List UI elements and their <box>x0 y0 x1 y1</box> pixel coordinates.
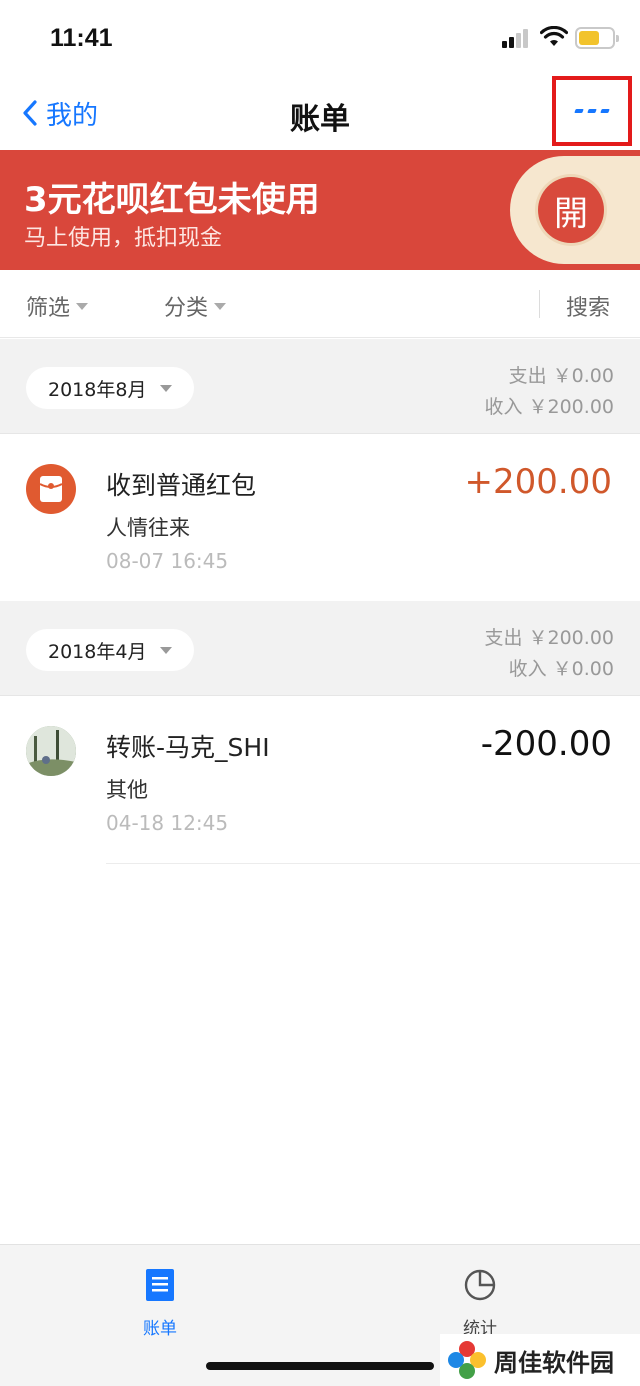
watermark: 周佳软件园 <box>440 1334 640 1386</box>
search-button[interactable]: 搜索 <box>566 290 610 322</box>
caret-down-icon <box>76 302 89 310</box>
month-summary: 支出 ￥0.00 收入 ￥200.00 <box>484 361 614 423</box>
category-label: 分类 <box>164 296 209 321</box>
transaction-amount: +200.00 <box>464 462 612 502</box>
month-header: 2018年8月 支出 ￥0.00 收入 ￥200.00 <box>0 339 640 434</box>
filter-label: 筛选 <box>26 296 71 321</box>
watermark-logo-icon <box>448 1341 486 1379</box>
transaction-category: 人情往来 <box>106 516 190 540</box>
month-expense: 支出 ￥200.00 <box>484 627 614 649</box>
month-selector[interactable]: 2018年4月 <box>26 629 195 671</box>
caret-down-icon <box>160 646 173 654</box>
banner-subtitle: 马上使用，抵扣现金 <box>24 226 223 251</box>
month-summary: 支出 ￥200.00 收入 ￥0.00 <box>484 623 614 685</box>
status-bar: 11:41 <box>0 0 640 76</box>
divider <box>106 863 640 864</box>
month-income: 收入 ￥0.00 <box>508 658 614 680</box>
category-dropdown[interactable]: 分类 <box>164 290 227 322</box>
divider <box>539 290 540 318</box>
month-header: 2018年4月 支出 ￥200.00 收入 ￥0.00 <box>0 601 640 696</box>
nav-bar: 我的 账单 <box>0 76 640 150</box>
month-label: 2018年8月 <box>48 378 147 401</box>
transaction-row[interactable]: 转账-马克_SHI 其他 04-18 12:45 -200.00 <box>0 696 640 864</box>
month-label: 2018年4月 <box>48 640 147 663</box>
filter-bar: 筛选 分类 搜索 <box>0 270 640 338</box>
home-indicator <box>206 1362 434 1370</box>
wifi-icon <box>540 26 568 46</box>
caret-down-icon <box>214 302 227 310</box>
transaction-title: 转账-马克_SHI <box>106 733 270 762</box>
filter-dropdown[interactable]: 筛选 <box>26 290 89 322</box>
more-options-button[interactable] <box>552 76 632 146</box>
more-dots-icon <box>574 109 610 113</box>
bill-icon <box>146 1269 174 1301</box>
transaction-title: 收到普通红包 <box>106 471 257 500</box>
pie-chart-icon <box>464 1269 496 1301</box>
red-packet-icon <box>26 464 76 514</box>
transaction-time: 04-18 12:45 <box>106 811 229 835</box>
month-expense: 支出 ￥0.00 <box>508 365 614 387</box>
status-time: 11:41 <box>50 24 113 52</box>
tab-statistics[interactable]: 统计 <box>420 1267 540 1339</box>
tab-bill[interactable]: 账单 <box>100 1267 220 1339</box>
page-title: 账单 <box>290 102 350 137</box>
tab-label: 账单 <box>143 1319 177 1339</box>
caret-down-icon <box>160 384 173 392</box>
transaction-category: 其他 <box>106 778 148 802</box>
transaction-row[interactable]: 收到普通红包 人情往来 08-07 16:45 +200.00 <box>0 434 640 602</box>
cellular-signal-icon <box>502 28 534 48</box>
transaction-amount: -200.00 <box>480 724 612 764</box>
open-red-packet-button[interactable]: 開 <box>538 177 604 243</box>
month-income: 收入 ￥200.00 <box>484 396 614 418</box>
month-selector[interactable]: 2018年8月 <box>26 367 195 409</box>
watermark-text: 周佳软件园 <box>494 1348 614 1377</box>
battery-icon <box>575 27 619 49</box>
banner-title: 3元花呗红包未使用 <box>24 180 320 220</box>
promo-banner[interactable]: 3元花呗红包未使用 马上使用，抵扣现金 開 <box>0 150 640 270</box>
transaction-time: 08-07 16:45 <box>106 549 229 573</box>
avatar <box>26 726 76 776</box>
